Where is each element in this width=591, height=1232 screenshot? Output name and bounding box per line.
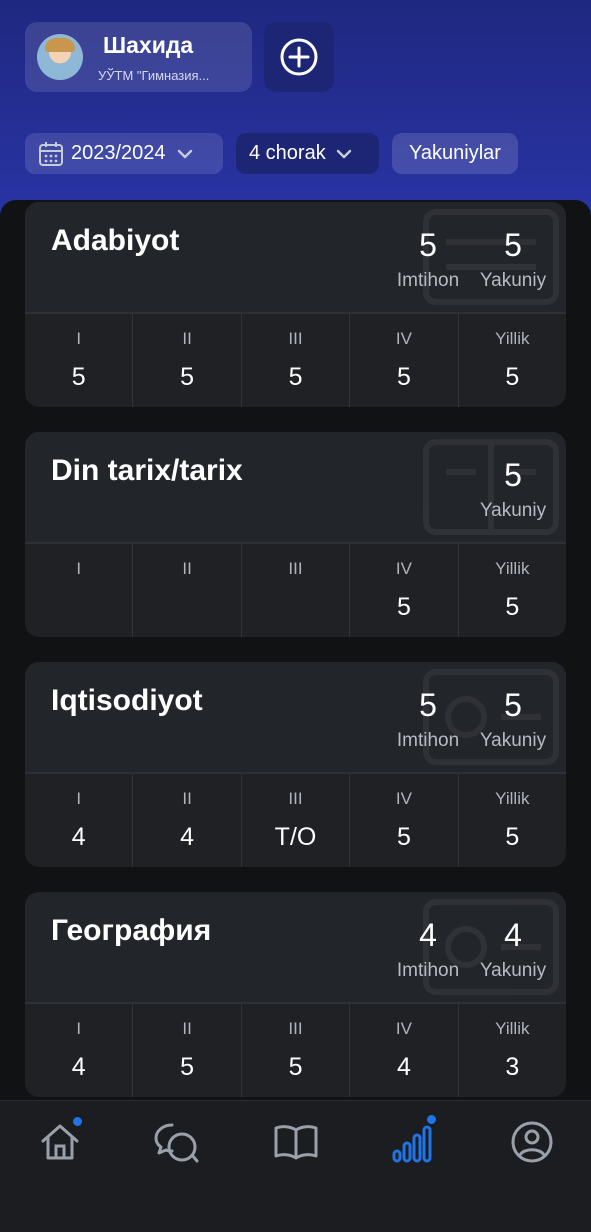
quarter-label: 4 chorak [249,142,326,164]
nav-chat[interactable] [152,1117,202,1167]
profile-icon [511,1121,553,1163]
subject-name: Iqtisodiyot [51,684,203,717]
quarter-cell: IV 5 [350,544,459,637]
quarter-cell: III 5 [242,314,351,407]
add-account-button[interactable] [264,22,334,92]
notification-dot [425,1113,438,1126]
quarter-grades: I II III IV 5 Yillik 5 [25,544,566,637]
year-select[interactable]: 2023/2024 [25,133,223,174]
nav-grades[interactable] [389,1113,439,1167]
quarter-cell: II 5 [133,1004,242,1097]
notification-dot [71,1115,84,1128]
final-grade: 5 Yakuniy [479,457,547,521]
final-grade: 5 Yakuniy [479,687,547,751]
profile-school: УЎТМ "Гимназия... [98,68,210,83]
avatar [37,34,83,80]
quarter-grades: I5 II 5 III 5 IV 5 Yillik 5 [25,314,566,407]
quarter-grades: I4 II 5 III 5 IV 4 Yillik 3 [25,1004,566,1097]
quarter-grades: I4 II 4 III T/O IV 5 Yillik 5 [25,774,566,867]
yearly-cell: Yillik 5 [495,789,530,851]
book-icon [274,1125,318,1160]
quarter-cell: III 5 [242,1004,351,1097]
quarter-cell: I4 [25,774,134,867]
subject-card[interactable]: География 4 Imtihon 4 Yakuniy I4 II 5 III… [25,892,566,1097]
nav-profile[interactable] [507,1117,557,1167]
yearly-cell: Yillik 5 [495,559,530,621]
quarter-cell: I4 [25,1004,134,1097]
quarter-cell: II 4 [133,774,242,867]
exam-grade: 5 Imtihon [396,687,460,751]
profile-name: Шахида [103,32,194,58]
subject-card[interactable]: Iqtisodiyot 5 Imtihon 5 Yakuniy I4 II 4 I… [25,662,566,867]
quarter-cell: I [25,544,134,637]
quarter-cell: III T/O [242,774,351,867]
subject-name: География [51,914,212,947]
subject-card[interactable]: Din tarix/tarix 5 Yakuniy I II III IV 5 Y… [25,432,566,637]
grades-list[interactable]: Adabiyot 5 Imtihon 5 Yakuniy I5 II 5 III 5… [0,200,591,1100]
finals-tab[interactable]: Yakuniylar [392,133,518,174]
yearly-cell: Yillik 5 [495,329,530,391]
quarter-cell: I5 [25,314,134,407]
quarter-cell: IV 4 [350,1004,459,1097]
chevron-down-icon [336,149,351,158]
final-grade: 4 Yakuniy [479,917,547,981]
exam-grade: 5 Imtihon [396,227,460,291]
calendar-icon [39,141,63,166]
quarter-cell: IV 5 [350,774,459,867]
year-label: 2023/2024 [71,142,166,164]
quarter-cell: II [133,544,242,637]
quarter-cell: II 5 [133,314,242,407]
bottom-nav [0,1100,591,1232]
subject-name: Din tarix/tarix [51,454,243,487]
chat-icon [154,1123,199,1163]
plus-circle-icon [280,38,318,76]
quarter-cell: IV 5 [350,314,459,407]
final-grade: 5 Yakuniy [479,227,547,291]
exam-grade: 4 Imtihon [396,917,460,981]
subject-card[interactable]: Adabiyot 5 Imtihon 5 Yakuniy I5 II 5 III 5… [25,202,566,407]
nav-home[interactable] [35,1115,85,1167]
chevron-down-icon [177,149,192,158]
quarter-cell: III [242,544,351,637]
subject-name: Adabiyot [51,224,180,257]
nav-diary[interactable] [271,1117,321,1167]
profile-card[interactable]: Шахида УЎТМ "Гимназия... [25,22,252,92]
yearly-cell: Yillik 3 [495,1019,530,1081]
quarter-select[interactable]: 4 chorak [236,133,379,174]
